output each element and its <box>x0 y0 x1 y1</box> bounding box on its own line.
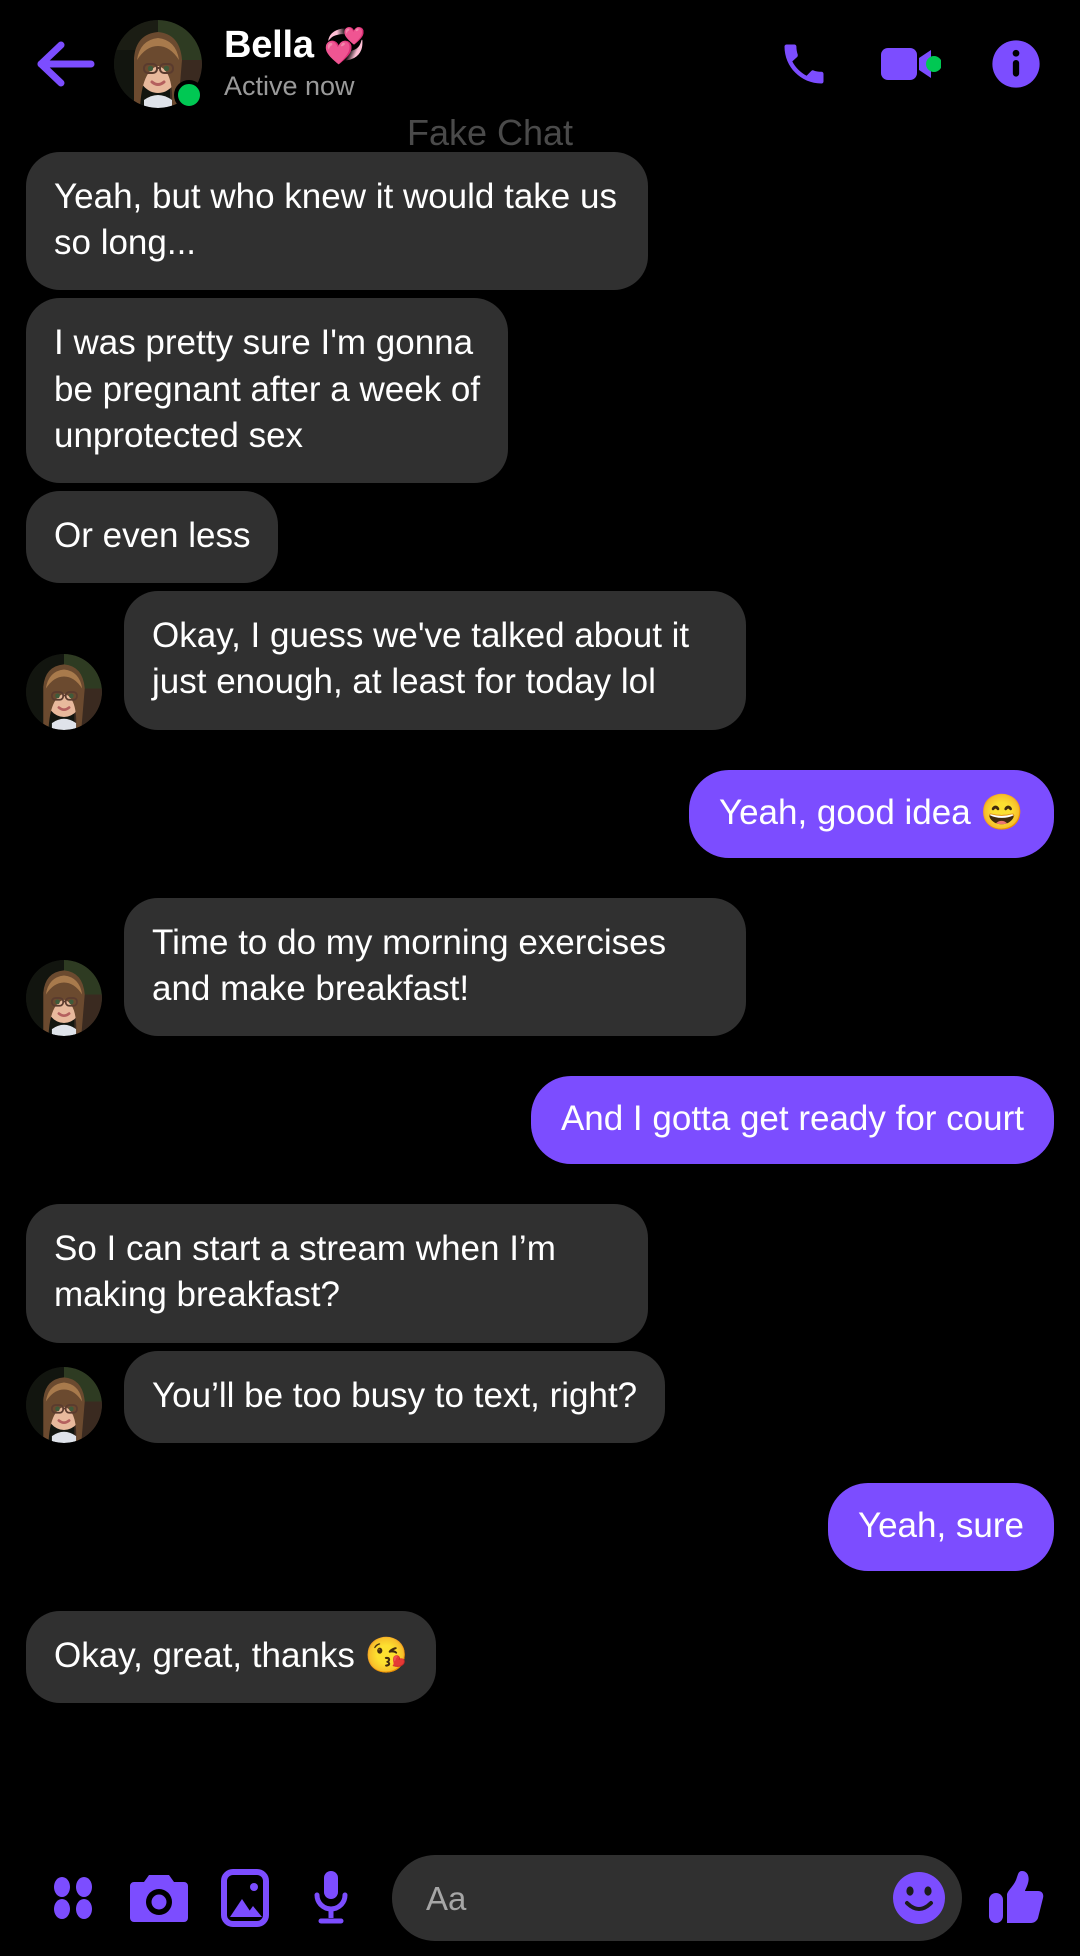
avatar-photo-icon <box>26 1366 102 1443</box>
contact-name-row: Bella 💞 <box>224 24 772 67</box>
avatar <box>26 1366 102 1443</box>
contact-status: Active now <box>224 71 355 102</box>
message-bubble-incoming[interactable]: Okay, great, thanks 😘 <box>26 1611 437 1704</box>
contact-name: Bella <box>224 24 314 67</box>
message-row: Yeah, good idea 😄 <box>26 769 1054 858</box>
message-bubble-incoming[interactable]: Okay, I guess we've talked about it just… <box>124 591 746 730</box>
message-row: So I can start a stream when I’m making … <box>26 1204 1054 1343</box>
four-dots-icon <box>54 1877 92 1919</box>
message-input-placeholder: Aa <box>426 1879 467 1917</box>
emoji-picker-button[interactable] <box>890 1869 948 1927</box>
microphone-icon <box>314 1871 348 1924</box>
avatar <box>26 960 102 1037</box>
more-apps-button[interactable] <box>30 1855 116 1941</box>
messenger-chat-screen: Bella 💞 Active now Fake Chat Yeah, but w… <box>0 0 1080 1956</box>
smiley-icon <box>893 1872 945 1924</box>
gallery-button[interactable] <box>202 1855 288 1941</box>
message-input[interactable]: Aa <box>392 1855 962 1941</box>
sender-avatar[interactable] <box>26 653 102 730</box>
message-bubble-incoming[interactable]: I was pretty sure I'm gonna be pregnant … <box>26 298 509 483</box>
message-bubble-incoming[interactable]: So I can start a stream when I’m making … <box>26 1204 648 1343</box>
phone-icon <box>784 44 824 84</box>
message-row: Okay, I guess we've talked about it just… <box>26 591 1054 730</box>
message-bubble-incoming[interactable]: You’ll be too busy to text, right? <box>124 1350 666 1443</box>
camera-icon <box>130 1875 188 1922</box>
avatar-photo-icon <box>26 960 102 1037</box>
heart-emoji-icon: 💞 <box>323 27 367 66</box>
message-row: Yeah, but who knew it would take us so l… <box>26 152 1054 291</box>
video-call-button[interactable] <box>878 32 942 96</box>
message-bubble-incoming[interactable]: Time to do my morning exercises and make… <box>124 897 746 1037</box>
conversation-info-button[interactable] <box>984 32 1048 96</box>
sender-avatar[interactable] <box>26 960 102 1037</box>
image-icon <box>221 1869 269 1927</box>
online-status-dot <box>174 80 204 110</box>
thumbs-up-icon <box>989 1871 1044 1923</box>
header-avatar-wrapper[interactable] <box>114 20 204 110</box>
voice-call-button[interactable] <box>772 32 836 96</box>
header-action-buttons <box>772 32 1054 96</box>
message-composer: Aa <box>0 1840 1080 1956</box>
video-camera-icon <box>881 48 941 80</box>
avatar <box>26 653 102 730</box>
avatar-photo-icon <box>26 653 102 730</box>
camera-button[interactable] <box>116 1855 202 1941</box>
message-thread[interactable]: Yeah, but who knew it would take us so l… <box>0 128 1080 1840</box>
message-bubble-incoming[interactable]: Or even less <box>26 490 279 584</box>
message-bubble-outgoing[interactable]: Yeah, good idea 😄 <box>688 769 1054 858</box>
message-bubble-outgoing[interactable]: Yeah, sure <box>827 1482 1054 1571</box>
message-bubble-incoming[interactable]: Yeah, but who knew it would take us so l… <box>26 152 648 291</box>
message-row: And I gotta get ready for court <box>26 1076 1054 1165</box>
message-bubble-outgoing[interactable]: And I gotta get ready for court <box>530 1076 1054 1165</box>
thumbs-up-button[interactable] <box>976 1855 1056 1941</box>
header-contact-info[interactable]: Bella 💞 Active now <box>224 24 772 102</box>
voice-message-button[interactable] <box>288 1855 374 1941</box>
message-row: Okay, great, thanks 😘 <box>26 1611 1054 1704</box>
message-row: I was pretty sure I'm gonna be pregnant … <box>26 298 1054 483</box>
message-row: Time to do my morning exercises and make… <box>26 897 1054 1037</box>
message-row: You’ll be too busy to text, right? <box>26 1350 1054 1443</box>
sender-avatar[interactable] <box>26 1366 102 1443</box>
info-circle-icon <box>992 40 1040 88</box>
arrow-left-icon <box>37 41 95 87</box>
message-row: Or even less <box>26 490 1054 584</box>
chat-header: Bella 💞 Active now <box>0 0 1080 128</box>
message-row: Yeah, sure <box>26 1482 1054 1571</box>
back-button[interactable] <box>26 24 106 104</box>
